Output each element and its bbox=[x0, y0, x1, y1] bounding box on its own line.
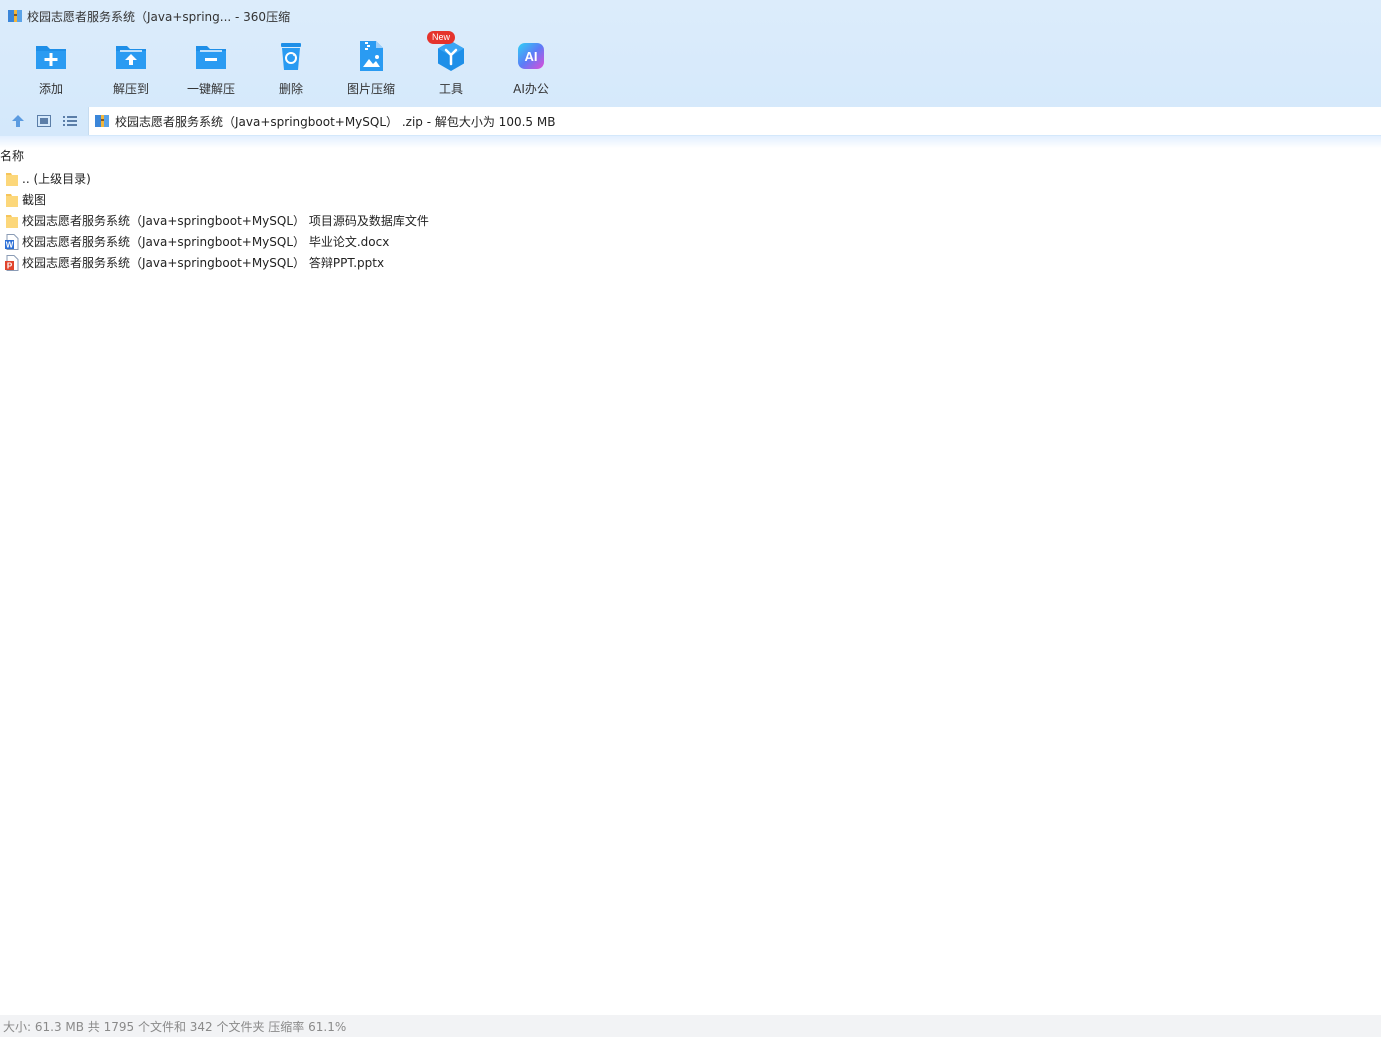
image-compress-label: 图片压缩 bbox=[346, 82, 395, 96]
one-click-extract-button[interactable]: 一键解压 bbox=[171, 34, 251, 102]
folder-icon bbox=[6, 172, 18, 186]
list-view-icon bbox=[63, 116, 77, 126]
folder-icon bbox=[6, 193, 18, 207]
chrome-fade bbox=[0, 136, 1381, 148]
ai-icon-text: AI bbox=[525, 49, 538, 64]
ai-office-icon: AI bbox=[518, 43, 544, 69]
tools-label: 工具 bbox=[438, 82, 463, 96]
file-name: 校园志愿者服务系统（Java+springboot+MySQL） 项目源码及数据… bbox=[22, 214, 429, 228]
arrow-up-icon bbox=[12, 115, 24, 127]
list-view-button[interactable] bbox=[58, 109, 82, 133]
list-item[interactable]: 校园志愿者服务系统（Java+springboot+MySQL） 项目源码及数据… bbox=[0, 210, 1381, 231]
ppt-icon-letter: P bbox=[7, 261, 13, 270]
image-compress-icon bbox=[360, 41, 383, 71]
file-name: 截图 bbox=[22, 193, 47, 207]
file-name: 校园志愿者服务系统（Java+springboot+MySQL） 毕业论文.do… bbox=[22, 235, 390, 249]
folder-icon bbox=[6, 214, 18, 228]
list-item[interactable]: .. (上级目录) bbox=[0, 168, 1381, 189]
navigation-bar: 校园志愿者服务系统（Java+springboot+MySQL） .zip - … bbox=[0, 106, 1381, 136]
archive-app-icon bbox=[8, 10, 22, 22]
add-label: 添加 bbox=[38, 82, 63, 96]
top-chrome: 校园志愿者服务系统（Java+spring... - 360压缩 添加 解压到 … bbox=[0, 0, 1381, 145]
one-click-extract-label: 一键解压 bbox=[186, 82, 235, 96]
archive-file-icon bbox=[95, 115, 109, 127]
status-bar: 大小: 61.3 MB 共 1795 个文件和 342 个文件夹 压缩率 61.… bbox=[0, 1015, 1381, 1037]
file-name: .. (上级目录) bbox=[22, 172, 91, 186]
tools-button[interactable]: New 工具 bbox=[411, 31, 491, 102]
address-bar[interactable]: 校园志愿者服务系统（Java+springboot+MySQL） .zip - … bbox=[88, 107, 1381, 135]
word-document-icon: W bbox=[5, 233, 19, 250]
title-bar: 校园志愿者服务系统（Java+spring... - 360压缩 bbox=[0, 0, 1381, 32]
list-item[interactable]: 截图 bbox=[0, 189, 1381, 210]
list-item[interactable]: P 校园志愿者服务系统（Java+springboot+MySQL） 答辩PPT… bbox=[0, 252, 1381, 273]
file-name: 校园志愿者服务系统（Java+springboot+MySQL） 答辩PPT.p… bbox=[22, 256, 385, 270]
extract-to-label: 解压到 bbox=[112, 82, 149, 96]
delete-label: 删除 bbox=[278, 82, 303, 96]
add-folder-icon bbox=[36, 46, 66, 69]
status-summary: 大小: 61.3 MB 共 1795 个文件和 342 个文件夹 压缩率 61.… bbox=[3, 1019, 347, 1034]
up-level-button[interactable] bbox=[6, 109, 30, 133]
thumbnail-view-icon bbox=[37, 115, 51, 127]
thumbnail-view-button[interactable] bbox=[32, 109, 56, 133]
extract-to-icon bbox=[116, 46, 146, 69]
column-header-name[interactable]: 名称 bbox=[0, 147, 24, 165]
powerpoint-icon: P bbox=[5, 254, 19, 271]
window-title: 校园志愿者服务系统（Java+spring... - 360压缩 bbox=[27, 9, 291, 24]
ai-office-button[interactable]: AI AI办公 bbox=[491, 34, 571, 102]
image-compress-button[interactable]: 图片压缩 bbox=[331, 34, 411, 102]
new-badge: New bbox=[427, 31, 456, 44]
list-item[interactable]: W 校园志愿者服务系统（Java+springboot+MySQL） 毕业论文.… bbox=[0, 231, 1381, 252]
recycle-bin-icon bbox=[281, 43, 301, 70]
file-list: .. (上级目录) 截图 校园志愿者服务系统（Java+springboot+M… bbox=[0, 168, 1381, 273]
app-window: 校园志愿者服务系统（Java+spring... - 360压缩 添加 解压到 … bbox=[0, 0, 1381, 1037]
toolbar: 添加 解压到 一键解压 删除 图片压缩 New 工具 AI AI办公 bbox=[11, 31, 571, 102]
address-path: 校园志愿者服务系统（Java+springboot+MySQL） .zip - … bbox=[115, 114, 556, 129]
one-click-extract-icon bbox=[196, 46, 226, 69]
extract-to-button[interactable]: 解压到 bbox=[91, 34, 171, 102]
delete-button[interactable]: 删除 bbox=[251, 34, 331, 102]
add-button[interactable]: 添加 bbox=[11, 34, 91, 102]
ai-office-label: AI办公 bbox=[513, 82, 549, 96]
word-icon-letter: W bbox=[6, 240, 14, 249]
